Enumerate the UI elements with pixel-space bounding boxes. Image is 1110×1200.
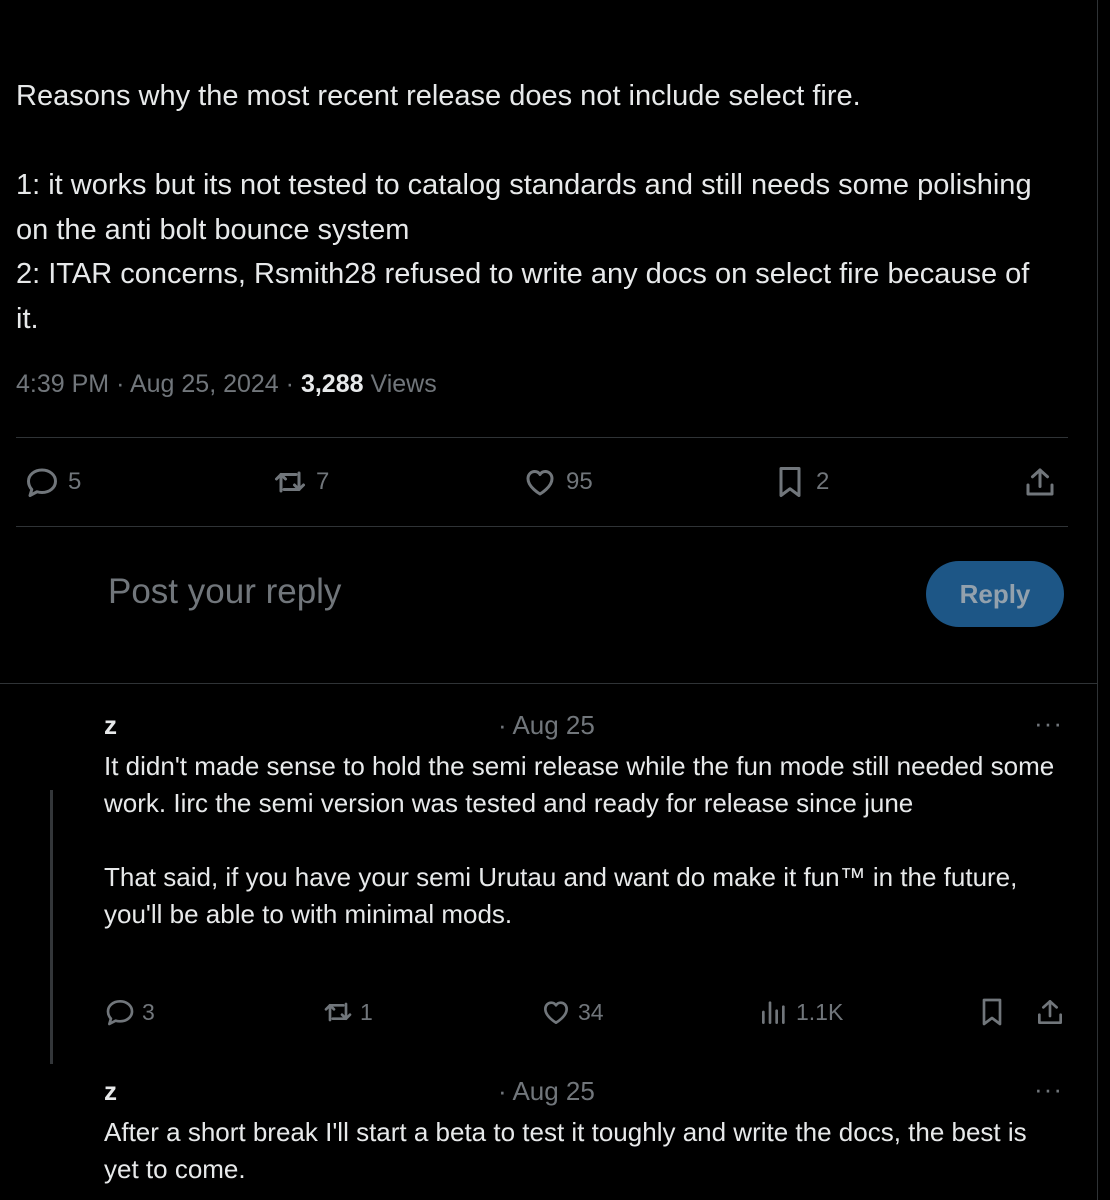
reply-text: After a short break I'll start a beta to… (104, 1117, 1027, 1184)
share-icon (1026, 468, 1054, 496)
reply-date[interactable]: · Aug 25 (498, 1076, 595, 1107)
reply-author-name[interactable]: z (104, 710, 117, 741)
share-action[interactable] (1022, 464, 1058, 500)
bookmark-count: 2 (816, 468, 830, 495)
like-count: 34 (578, 998, 604, 1025)
repost-count: 7 (316, 468, 330, 495)
post-time[interactable]: 4:39 PM (16, 370, 109, 398)
views-count: 3,288 (300, 370, 364, 398)
meta-separator: · (285, 370, 294, 398)
bookmark-icon (779, 467, 801, 497)
share-action[interactable] (1034, 996, 1066, 1028)
repost-icon (324, 1002, 352, 1022)
post-action-bar: 5 7 95 2 (0, 458, 1080, 508)
more-icon[interactable]: ··· (1034, 708, 1063, 739)
share-icon (1038, 1000, 1062, 1024)
divider-bottom (16, 526, 1068, 527)
reply-action[interactable]: 5 (24, 464, 81, 500)
post-date[interactable]: Aug 25, 2024 (130, 370, 279, 398)
reply-count: 5 (68, 468, 82, 495)
divider-top (16, 437, 1068, 438)
reply-action[interactable]: 3 (104, 996, 155, 1028)
reply-icon (106, 1000, 134, 1026)
column-border (1097, 0, 1098, 1200)
reply-text: It didn't made sense to hold the semi re… (104, 751, 1055, 929)
repost-icon (275, 471, 305, 493)
reply-icon (27, 468, 57, 497)
reply-input[interactable]: Post your reply (108, 572, 341, 612)
tweet-detail-page: Reasons why the most recent release does… (0, 0, 1110, 1200)
bookmark-action[interactable] (976, 996, 1008, 1028)
views-action[interactable]: 1.1K (758, 996, 843, 1028)
bookmark-icon (982, 998, 1002, 1026)
more-icon[interactable]: ··· (1034, 1074, 1063, 1105)
post-text: Reasons why the most recent release does… (16, 80, 1032, 335)
repost-count: 1 (360, 998, 373, 1025)
views-label: Views (370, 370, 437, 398)
bookmark-action[interactable]: 2 (772, 464, 829, 500)
post-meta: 4:39 PM · Aug 25, 2024 · 3,288 Views (16, 370, 437, 399)
like-action[interactable]: 34 (540, 996, 604, 1028)
reply-action-bar: 3 1 34 1.1K (0, 990, 1080, 1034)
reply-date[interactable]: · Aug 25 (498, 710, 595, 741)
meta-separator: · (116, 370, 125, 398)
reply-button[interactable]: Reply (926, 561, 1064, 627)
repost-action[interactable]: 1 (322, 996, 373, 1028)
like-count: 95 (566, 468, 593, 495)
heart-icon (526, 470, 554, 496)
like-action[interactable]: 95 (522, 464, 593, 500)
reply-count: 3 (142, 998, 155, 1025)
repost-action[interactable]: 7 (272, 464, 329, 500)
divider-composer (0, 683, 1098, 684)
views-count: 1.1K (796, 998, 844, 1025)
reply-author-name[interactable]: z (104, 1076, 117, 1107)
heart-icon (544, 1001, 568, 1024)
analytics-icon (762, 1001, 785, 1024)
